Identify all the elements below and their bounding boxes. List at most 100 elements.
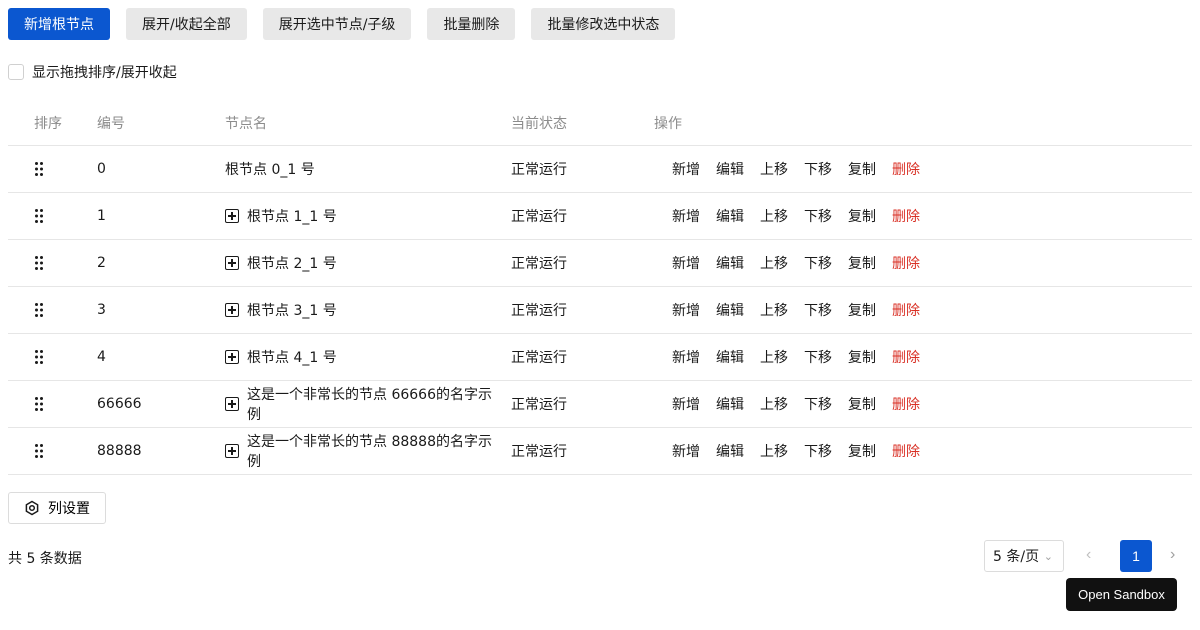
- toolbar: 新增根节点 展开/收起全部 展开选中节点/子级 批量删除 批量修改选中状态: [8, 8, 676, 40]
- move-up-link[interactable]: 上移: [760, 253, 788, 273]
- move-up-link[interactable]: 上移: [760, 206, 788, 226]
- column-settings-label: 列设置: [48, 501, 90, 517]
- open-sandbox-button[interactable]: Open Sandbox: [1066, 578, 1177, 611]
- move-down-link[interactable]: 下移: [804, 253, 832, 273]
- expand-plus-icon[interactable]: [225, 303, 239, 317]
- copy-link[interactable]: 复制: [848, 394, 876, 414]
- drag-cell: [8, 396, 82, 412]
- edit-link[interactable]: 编辑: [716, 441, 744, 461]
- copy-link[interactable]: 复制: [848, 441, 876, 461]
- drag-toggle-option: 显示拖拽排序/展开收起: [8, 62, 177, 82]
- chevron-down-icon: ⌄: [1043, 549, 1053, 563]
- row-status: 正常运行: [511, 350, 567, 366]
- add-link[interactable]: 新增: [672, 253, 700, 273]
- edit-link[interactable]: 编辑: [716, 253, 744, 273]
- tree-table: 排序 编号 节点名 当前状态 操作 0 根节点 0_1 号正常运行 新增 编辑 上移 下移…: [8, 100, 1192, 475]
- expand-collapse-all-button[interactable]: 展开/收起全部: [126, 8, 247, 40]
- delete-link[interactable]: 删除: [892, 394, 920, 414]
- row-status: 正常运行: [511, 256, 567, 272]
- edit-link[interactable]: 编辑: [716, 394, 744, 414]
- row-name: 根节点 2_1 号: [247, 256, 337, 272]
- header-status: 当前状态: [511, 115, 567, 132]
- row-actions: 新增 编辑 上移 下移 复制 删除: [654, 159, 1192, 179]
- move-up-link[interactable]: 上移: [760, 347, 788, 367]
- copy-link[interactable]: 复制: [848, 347, 876, 367]
- add-link[interactable]: 新增: [672, 159, 700, 179]
- expand-plus-icon[interactable]: [225, 256, 239, 270]
- move-up-link[interactable]: 上移: [760, 394, 788, 414]
- row-name-cell: 根节点 3_1 号: [210, 300, 496, 320]
- batch-update-status-button[interactable]: 批量修改选中状态: [531, 8, 676, 40]
- copy-link[interactable]: 复制: [848, 300, 876, 320]
- row-name: 这是一个非常长的节点 66666的名字示例: [247, 387, 492, 423]
- table-row: 4 根节点 4_1 号 正常运行 新增 编辑 上移 下移 复制 删除: [8, 334, 1192, 381]
- table-row: 1 根节点 1_1 号 正常运行 新增 编辑 上移 下移 复制 删除: [8, 193, 1192, 240]
- delete-link[interactable]: 删除: [892, 206, 920, 226]
- drag-cell: [8, 255, 82, 271]
- drag-handle-icon[interactable]: [34, 161, 44, 177]
- drag-handle-icon[interactable]: [34, 255, 44, 271]
- add-root-node-button[interactable]: 新增根节点: [8, 8, 110, 40]
- add-link[interactable]: 新增: [672, 394, 700, 414]
- add-link[interactable]: 新增: [672, 347, 700, 367]
- row-id: 3: [97, 302, 106, 318]
- move-down-link[interactable]: 下移: [804, 206, 832, 226]
- copy-link[interactable]: 复制: [848, 253, 876, 273]
- move-up-link[interactable]: 上移: [760, 159, 788, 179]
- row-status: 正常运行: [511, 444, 567, 460]
- table-header: 排序 编号 节点名 当前状态 操作: [8, 100, 1192, 146]
- drag-cell: [8, 443, 82, 459]
- add-link[interactable]: 新增: [672, 300, 700, 320]
- delete-link[interactable]: 删除: [892, 253, 920, 273]
- expand-selected-button[interactable]: 展开选中节点/子级: [262, 8, 412, 40]
- move-down-link[interactable]: 下移: [804, 394, 832, 414]
- move-down-link[interactable]: 下移: [804, 159, 832, 179]
- drag-cell: [8, 349, 82, 365]
- drag-handle-icon[interactable]: [34, 396, 44, 412]
- edit-link[interactable]: 编辑: [716, 159, 744, 179]
- page-size-select[interactable]: 5 条/页 ⌄: [984, 540, 1064, 572]
- edit-link[interactable]: 编辑: [716, 206, 744, 226]
- drag-handle-icon[interactable]: [34, 349, 44, 365]
- row-id: 2: [97, 255, 106, 271]
- row-name: 根节点 4_1 号: [247, 350, 337, 366]
- copy-link[interactable]: 复制: [848, 159, 876, 179]
- edit-link[interactable]: 编辑: [716, 300, 744, 320]
- expand-plus-icon[interactable]: [225, 350, 239, 364]
- total-count: 共 5 条数据: [8, 551, 82, 567]
- delete-link[interactable]: 删除: [892, 441, 920, 461]
- next-page-icon[interactable]: ›: [1170, 546, 1175, 564]
- copy-link[interactable]: 复制: [848, 206, 876, 226]
- row-name-cell: 根节点 4_1 号: [210, 347, 496, 367]
- add-link[interactable]: 新增: [672, 441, 700, 461]
- batch-delete-button[interactable]: 批量删除: [427, 8, 516, 40]
- add-link[interactable]: 新增: [672, 206, 700, 226]
- page-size-value: 5 条/页: [993, 549, 1040, 565]
- expand-plus-icon[interactable]: [225, 397, 239, 411]
- delete-link[interactable]: 删除: [892, 300, 920, 320]
- move-down-link[interactable]: 下移: [804, 441, 832, 461]
- drag-handle-icon[interactable]: [34, 302, 44, 318]
- expand-plus-icon[interactable]: [225, 209, 239, 223]
- delete-link[interactable]: 删除: [892, 347, 920, 367]
- move-up-link[interactable]: 上移: [760, 300, 788, 320]
- delete-link[interactable]: 删除: [892, 159, 920, 179]
- drag-toggle-label[interactable]: 显示拖拽排序/展开收起: [32, 62, 177, 82]
- drag-cell: [8, 161, 82, 177]
- move-up-link[interactable]: 上移: [760, 441, 788, 461]
- row-actions: 新增 编辑 上移 下移 复制 删除: [654, 300, 1192, 320]
- row-name: 根节点 1_1 号: [247, 209, 337, 225]
- row-name: 根节点 3_1 号: [247, 303, 337, 319]
- row-id: 1: [97, 208, 106, 224]
- row-name-cell: 根节点 0_1 号: [210, 159, 496, 179]
- drag-handle-icon[interactable]: [34, 208, 44, 224]
- move-down-link[interactable]: 下移: [804, 300, 832, 320]
- move-down-link[interactable]: 下移: [804, 347, 832, 367]
- expand-plus-icon[interactable]: [225, 444, 239, 458]
- column-settings-button[interactable]: 列设置: [8, 492, 106, 524]
- drag-handle-icon[interactable]: [34, 443, 44, 459]
- drag-toggle-checkbox[interactable]: [8, 64, 24, 80]
- edit-link[interactable]: 编辑: [716, 347, 744, 367]
- page-button-current[interactable]: 1: [1120, 540, 1152, 572]
- prev-page-icon[interactable]: ‹: [1086, 546, 1091, 564]
